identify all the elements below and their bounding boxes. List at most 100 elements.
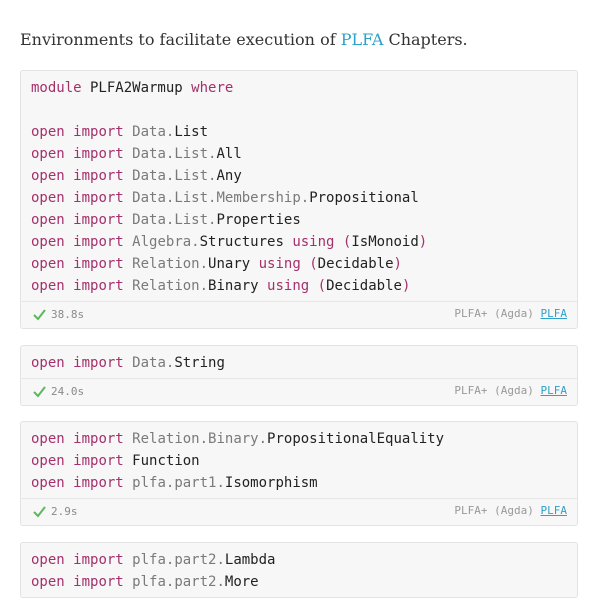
module-path-token: plfa.part2. (132, 552, 225, 568)
keyword-token: open (31, 124, 65, 140)
code-cell-4[interactable]: open import plfa.part2.Lambda open import… (20, 542, 578, 598)
cell-status-bar: 38.8s PLFA+ (Agda) PLFA (21, 301, 577, 328)
code-line: open import Data.List.Any (31, 165, 567, 187)
keyword-token: import (73, 168, 124, 184)
keyword-token: import (73, 453, 124, 469)
code-line: open import Relation.Unary using (Decida… (31, 253, 567, 275)
code-token: Structures (199, 234, 293, 250)
backend-name: PLFA+ (Agda) (454, 504, 534, 517)
keyword-token: open (31, 475, 65, 491)
code-line: open import Data.List.Membership.Proposi… (31, 187, 567, 209)
keyword-token: using (292, 234, 335, 250)
code-token: PLFA2Warmup (81, 80, 192, 96)
code-token: ( (317, 278, 327, 294)
backend-link[interactable]: PLFA (541, 307, 568, 320)
execution-time: 24.0s (51, 385, 85, 398)
code-block[interactable]: module PLFA2Warmup where open import Data… (21, 71, 577, 301)
code-token: List (174, 124, 209, 140)
code-line: open import Data.String (31, 352, 567, 374)
code-block[interactable]: open import Relation.Binary.Propositiona… (21, 422, 577, 498)
code-token: Decidable (317, 256, 394, 272)
keyword-token: import (73, 256, 124, 272)
backend-link[interactable]: PLFA (541, 504, 568, 517)
module-path-token: Data. (132, 355, 175, 371)
code-token: Propositional (309, 190, 419, 206)
module-path-token: Data.List. (132, 212, 217, 228)
keyword-token: open (31, 355, 65, 371)
code-block[interactable]: open import Data.String (21, 346, 577, 378)
code-cell-2[interactable]: open import Data.String 24.0s PLFA+ (Agd… (20, 345, 578, 406)
execution-time: 2.9s (51, 505, 78, 518)
code-token: All (216, 146, 242, 162)
code-cell-3[interactable]: open import Relation.Binary.Propositiona… (20, 421, 578, 526)
code-token: Lambda (224, 552, 276, 568)
keyword-token: import (73, 190, 124, 206)
intro-text-after: Chapters. (383, 30, 468, 49)
code-token: Any (216, 168, 242, 184)
module-path-token: Data.List. (132, 168, 217, 184)
code-token: ) (393, 256, 402, 272)
module-path-token: Relation. (132, 256, 209, 272)
backend-label: PLFA+ (Agda) PLFA (454, 504, 567, 517)
code-line: open import Algebra.Structures using (Is… (31, 231, 567, 253)
backend-link[interactable]: PLFA (541, 384, 568, 397)
backend-label: PLFA+ (Agda) PLFA (454, 307, 567, 320)
intro-paragraph: Environments to facilitate execution of … (20, 30, 468, 49)
module-path-token: plfa.part1. (132, 475, 225, 491)
code-token: Unary (208, 256, 259, 272)
code-line: module PLFA2Warmup where (31, 77, 567, 99)
plfa-link[interactable]: PLFA (341, 30, 384, 49)
module-path-token: Data.List. (132, 146, 217, 162)
keyword-token: import (73, 234, 124, 250)
code-cell-1[interactable]: module PLFA2Warmup where open import Data… (20, 70, 578, 329)
keyword-token: import (73, 475, 124, 491)
code-token: More (224, 574, 259, 590)
keyword-token: import (73, 278, 124, 294)
code-token: ) (418, 234, 428, 250)
code-token: ( (309, 256, 318, 272)
backend-name: PLFA+ (Agda) (454, 307, 534, 320)
keyword-token: import (73, 355, 124, 371)
keyword-token: where (191, 80, 234, 96)
module-path-token: plfa.part2. (132, 574, 225, 590)
keyword-token: import (73, 574, 124, 590)
cell-status-bar: 2.9s PLFA+ (Agda) PLFA (21, 498, 577, 525)
backend-label: PLFA+ (Agda) PLFA (454, 384, 567, 397)
code-block[interactable]: open import plfa.part2.Lambda open import… (21, 543, 577, 597)
keyword-token: import (73, 552, 124, 568)
check-icon (33, 506, 46, 518)
keyword-token: import (73, 212, 124, 228)
keyword-token: using (267, 278, 310, 294)
code-token: ) (401, 278, 411, 294)
check-icon (33, 386, 46, 398)
code-line: open import plfa.part1.Isomorphism (31, 472, 567, 494)
code-line: open import Relation.Binary using (Decid… (31, 275, 567, 297)
keyword-token: import (73, 146, 124, 162)
code-token: Binary (208, 278, 268, 294)
keyword-token: import (73, 124, 124, 140)
keyword-token: open (31, 190, 65, 206)
keyword-token: open (31, 212, 65, 228)
check-icon (33, 309, 46, 321)
